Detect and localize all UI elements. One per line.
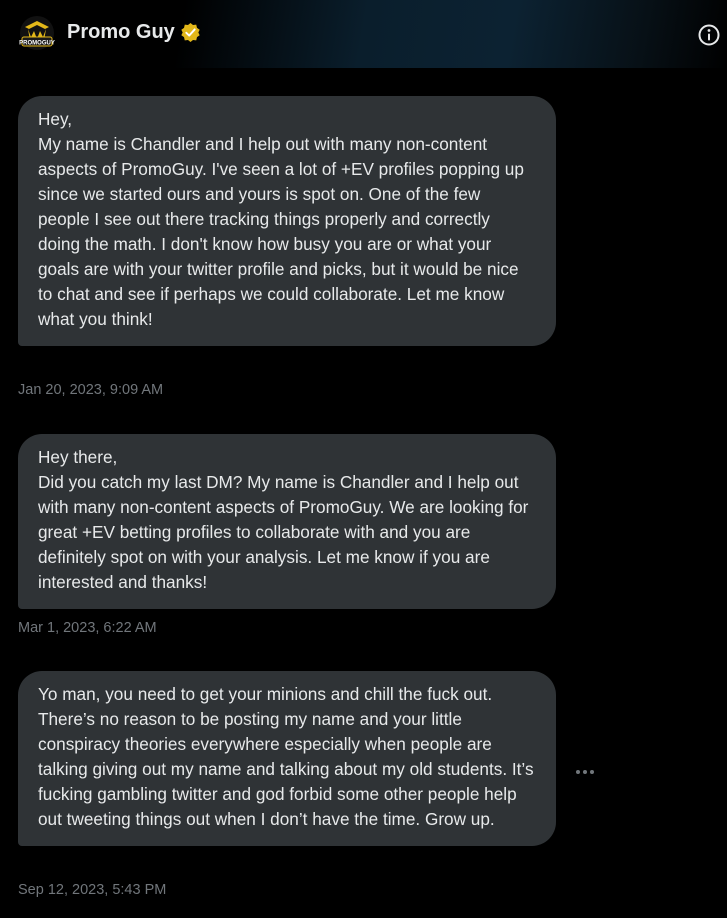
message-bubble[interactable]: Yo man, you need to get your minions and…	[18, 671, 556, 846]
message-timestamp: Mar 1, 2023, 6:22 AM	[18, 620, 157, 636]
avatar-text: PROMOGUY	[19, 41, 55, 47]
info-icon[interactable]	[697, 23, 721, 47]
message-bubble[interactable]: Hey, My name is Chandler and I help out …	[18, 96, 556, 346]
message-timestamp: Sep 12, 2023, 5:43 PM	[18, 882, 167, 898]
promoguy-logo-icon[interactable]: PROMOGUY	[18, 15, 56, 51]
conversation-title[interactable]: Promo Guy	[67, 21, 201, 44]
message-timestamp: Jan 20, 2023, 9:09 AM	[18, 382, 164, 398]
more-options-icon[interactable]	[573, 762, 597, 782]
verified-badge-icon	[181, 22, 200, 43]
profile-name[interactable]: Promo Guy	[67, 21, 175, 44]
conversation-header: PROMOGUY Promo Guy	[0, 0, 727, 68]
message-bubble[interactable]: Hey there, Did you catch my last DM? My …	[18, 434, 556, 609]
